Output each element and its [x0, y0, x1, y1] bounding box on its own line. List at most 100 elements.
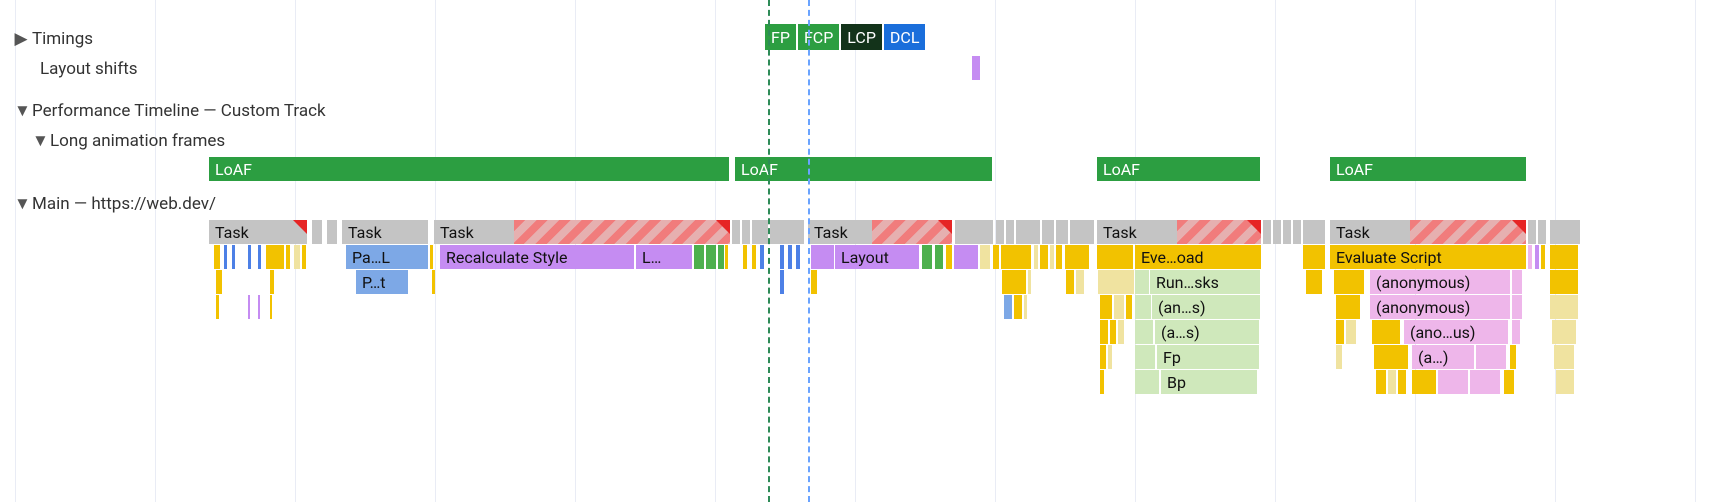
task-bar[interactable]: Task — [434, 220, 514, 244]
flame-slice[interactable] — [270, 270, 274, 294]
flame-slice[interactable] — [1014, 295, 1022, 319]
flame-slice[interactable] — [1541, 245, 1545, 269]
flame-p_t[interactable]: P…t — [356, 270, 408, 294]
flame-slice[interactable] — [954, 245, 978, 269]
flame-slice[interactable] — [1034, 245, 1038, 269]
flame-slice[interactable] — [216, 270, 222, 294]
flame-slice[interactable] — [1100, 320, 1108, 344]
flame-slice[interactable] — [1556, 370, 1574, 394]
flame-slice[interactable] — [811, 245, 834, 269]
flame-slice[interactable] — [1550, 270, 1578, 294]
flame-slice[interactable] — [1512, 270, 1522, 294]
flame-anonymous[interactable]: (anonymous) — [1370, 270, 1510, 294]
task-bar[interactable] — [872, 220, 952, 244]
flame-slice[interactable] — [1108, 345, 1112, 369]
layout-shifts-row[interactable]: Layout shifts — [0, 54, 1728, 84]
flame-slice[interactable] — [1554, 345, 1574, 369]
flame-slice[interactable] — [1438, 370, 1468, 394]
flame-slice[interactable] — [935, 245, 943, 269]
flame-slice[interactable] — [232, 245, 235, 269]
flame-slice[interactable] — [1100, 345, 1106, 369]
perf-timeline-header[interactable]: ▼ Performance Timeline — Custom Track — [0, 96, 1728, 126]
flame-slice[interactable] — [1512, 295, 1522, 319]
flame-slice[interactable] — [1002, 270, 1026, 294]
layout-shift-marker[interactable] — [972, 56, 980, 80]
flame-anonymous_short[interactable]: (ano…us) — [1404, 320, 1508, 344]
flame-slice[interactable] — [258, 245, 261, 269]
flame-slice[interactable] — [1135, 320, 1153, 344]
flame-slice[interactable] — [1306, 270, 1322, 294]
flame-slice[interactable] — [1076, 270, 1084, 294]
flame-lane-3[interactable]: P…t Run…sks (anonymous) — [0, 270, 1728, 294]
badge-lcp[interactable]: LCP — [841, 24, 882, 50]
flame-slice[interactable] — [1135, 345, 1155, 369]
flame-slice[interactable] — [1336, 320, 1344, 344]
flame-slice[interactable] — [993, 245, 999, 269]
badge-fp[interactable]: FP — [765, 24, 796, 50]
flame-slice[interactable] — [1065, 245, 1089, 269]
flame-lane-2[interactable]: Pa…LRecalculate StyleL…LayoutEve…oadEval… — [0, 245, 1728, 269]
flame-slice[interactable] — [1398, 370, 1406, 394]
flame-slice[interactable] — [430, 245, 433, 269]
flame-slice[interactable] — [796, 245, 800, 269]
flame-slice[interactable] — [743, 245, 747, 269]
flame-anonymous_tiny[interactable]: (a…) — [1412, 345, 1474, 369]
flame-slice[interactable] — [1550, 295, 1578, 319]
task-slice[interactable] — [1263, 220, 1271, 244]
flame-slice[interactable] — [1552, 320, 1576, 344]
flame-slice[interactable] — [258, 295, 260, 319]
task-slice[interactable] — [1016, 220, 1040, 244]
flame-slice[interactable] — [1550, 245, 1578, 269]
task-slice[interactable] — [732, 220, 740, 244]
flame-slice[interactable] — [760, 245, 764, 269]
flame-slice[interactable] — [706, 245, 716, 269]
flame-slice[interactable] — [922, 245, 932, 269]
loaf-bar[interactable]: LoAF — [735, 157, 992, 181]
disclosure-right-icon[interactable]: ▶ — [14, 29, 28, 49]
timings-track-header[interactable]: ▶ Timings FP FCP LCP DCL — [0, 24, 1728, 54]
task-slice[interactable] — [1528, 220, 1536, 244]
loaf-bar[interactable]: LoAF — [209, 157, 729, 181]
loaf-bar[interactable]: LoAF — [1330, 157, 1526, 181]
task-slice[interactable] — [955, 220, 993, 244]
flame-slice[interactable] — [248, 245, 251, 269]
flame-slice[interactable] — [725, 245, 728, 269]
flame-slice[interactable] — [214, 245, 220, 269]
task-bar[interactable] — [514, 220, 730, 244]
flame-slice[interactable] — [1135, 270, 1149, 294]
flame-evaluate_script[interactable]: Evaluate Script — [1330, 245, 1526, 269]
flame-slice[interactable] — [1535, 245, 1539, 269]
flame-anon_short1[interactable]: (an…s) — [1152, 295, 1260, 319]
flame-slice[interactable] — [1001, 245, 1031, 269]
flame-slice[interactable] — [980, 245, 990, 269]
task-slice[interactable] — [1538, 220, 1546, 244]
task-bar[interactable]: Task — [1330, 220, 1410, 244]
performance-panel[interactable]: ▶ Timings FP FCP LCP DCL Layout shifts ▼ — [0, 0, 1728, 502]
flame-slice[interactable] — [1098, 270, 1134, 294]
flame-slice[interactable] — [1056, 245, 1062, 269]
flame-slice[interactable] — [1470, 370, 1500, 394]
flame-slice[interactable] — [1336, 345, 1342, 369]
flame-slice[interactable] — [248, 295, 250, 319]
flame-layout[interactable]: Layout — [835, 245, 919, 269]
flame-slice[interactable] — [216, 295, 219, 319]
flame-lane-6[interactable]: Fp(a…) — [0, 345, 1728, 369]
task-bar[interactable]: Task — [342, 220, 428, 244]
flame-slice[interactable] — [1504, 370, 1514, 394]
flame-slice[interactable] — [1376, 370, 1386, 394]
flame-slice[interactable] — [1118, 320, 1124, 344]
flame-slice[interactable] — [780, 245, 784, 269]
task-slice[interactable] — [312, 220, 322, 244]
flame-slice[interactable] — [718, 245, 724, 269]
flame-lane-7[interactable]: Bp — [0, 370, 1728, 394]
flame-run_tasks[interactable]: Run…sks — [1150, 270, 1260, 294]
task-bar[interactable]: Task — [808, 220, 872, 244]
flame-slice[interactable] — [1412, 370, 1436, 394]
flame-slice[interactable] — [1303, 245, 1325, 269]
flame-slice[interactable] — [1050, 245, 1054, 269]
flame-recalculate_style[interactable]: Recalculate Style — [440, 245, 634, 269]
main-thread-header[interactable]: ▼ Main — https://web.dev/ — [0, 189, 1728, 219]
task-slice[interactable] — [996, 220, 1004, 244]
flame-slice[interactable] — [1126, 295, 1132, 319]
flame-slice[interactable] — [224, 245, 227, 269]
